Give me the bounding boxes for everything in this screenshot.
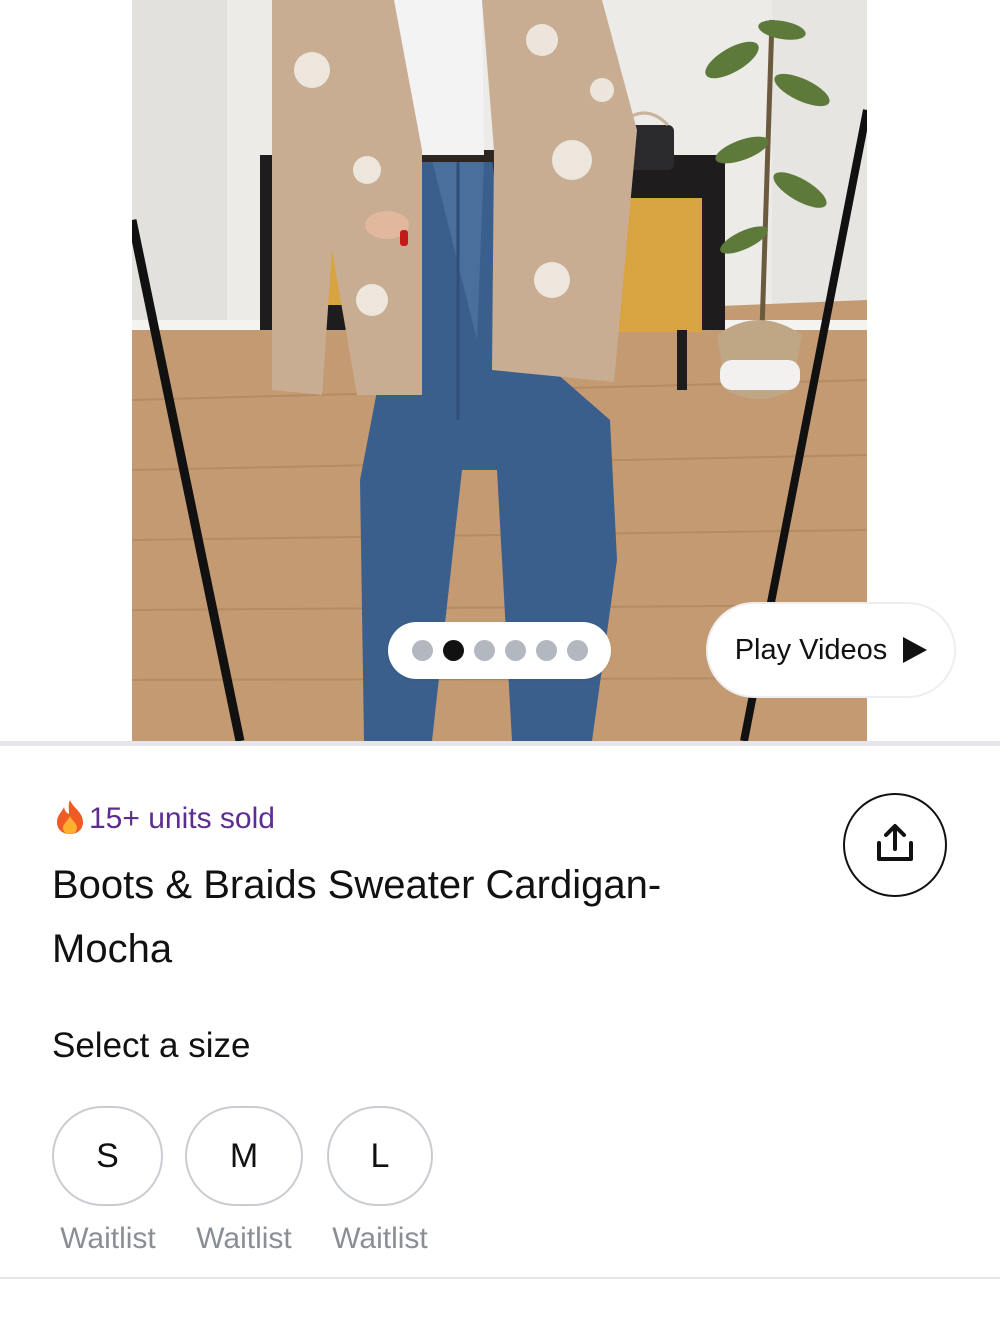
size-label: L bbox=[370, 1136, 390, 1175]
product-page: Play Videos 15+ units sold Boots & Braid… bbox=[0, 0, 1000, 1333]
size-status-s: Waitlist bbox=[60, 1222, 156, 1255]
size-selector-heading: Select a size bbox=[52, 1026, 251, 1065]
gallery-dot[interactable] bbox=[473, 640, 495, 661]
gallery-dot[interactable] bbox=[411, 640, 433, 661]
play-videos-button[interactable]: Play Videos bbox=[706, 602, 956, 698]
gallery-dot-active[interactable] bbox=[442, 640, 464, 661]
units-sold-badge: 15+ units sold bbox=[53, 800, 275, 838]
size-label: S bbox=[96, 1136, 119, 1175]
fire-icon bbox=[53, 799, 87, 839]
gallery-pagination-dots bbox=[388, 622, 611, 679]
size-status-l: Waitlist bbox=[332, 1222, 428, 1255]
share-button[interactable] bbox=[843, 793, 947, 897]
size-option-l[interactable]: L bbox=[327, 1106, 433, 1206]
product-title: Boots & Braids Sweater Cardigan-Mocha bbox=[52, 863, 662, 971]
size-option-m[interactable]: M bbox=[185, 1106, 303, 1206]
gallery-dot[interactable] bbox=[566, 640, 588, 661]
product-image-gallery[interactable]: Play Videos bbox=[0, 0, 1000, 743]
size-status-m: Waitlist bbox=[196, 1222, 292, 1255]
gallery-dot[interactable] bbox=[504, 640, 526, 661]
gallery-divider bbox=[0, 741, 1000, 746]
size-option-s[interactable]: S bbox=[52, 1106, 163, 1206]
play-icon bbox=[903, 637, 928, 663]
share-icon bbox=[873, 823, 917, 867]
section-divider bbox=[0, 1277, 1000, 1279]
units-sold-text: 15+ units sold bbox=[89, 802, 275, 835]
size-label: M bbox=[229, 1136, 259, 1175]
play-videos-label: Play Videos bbox=[734, 633, 888, 666]
gallery-dot[interactable] bbox=[535, 640, 557, 661]
